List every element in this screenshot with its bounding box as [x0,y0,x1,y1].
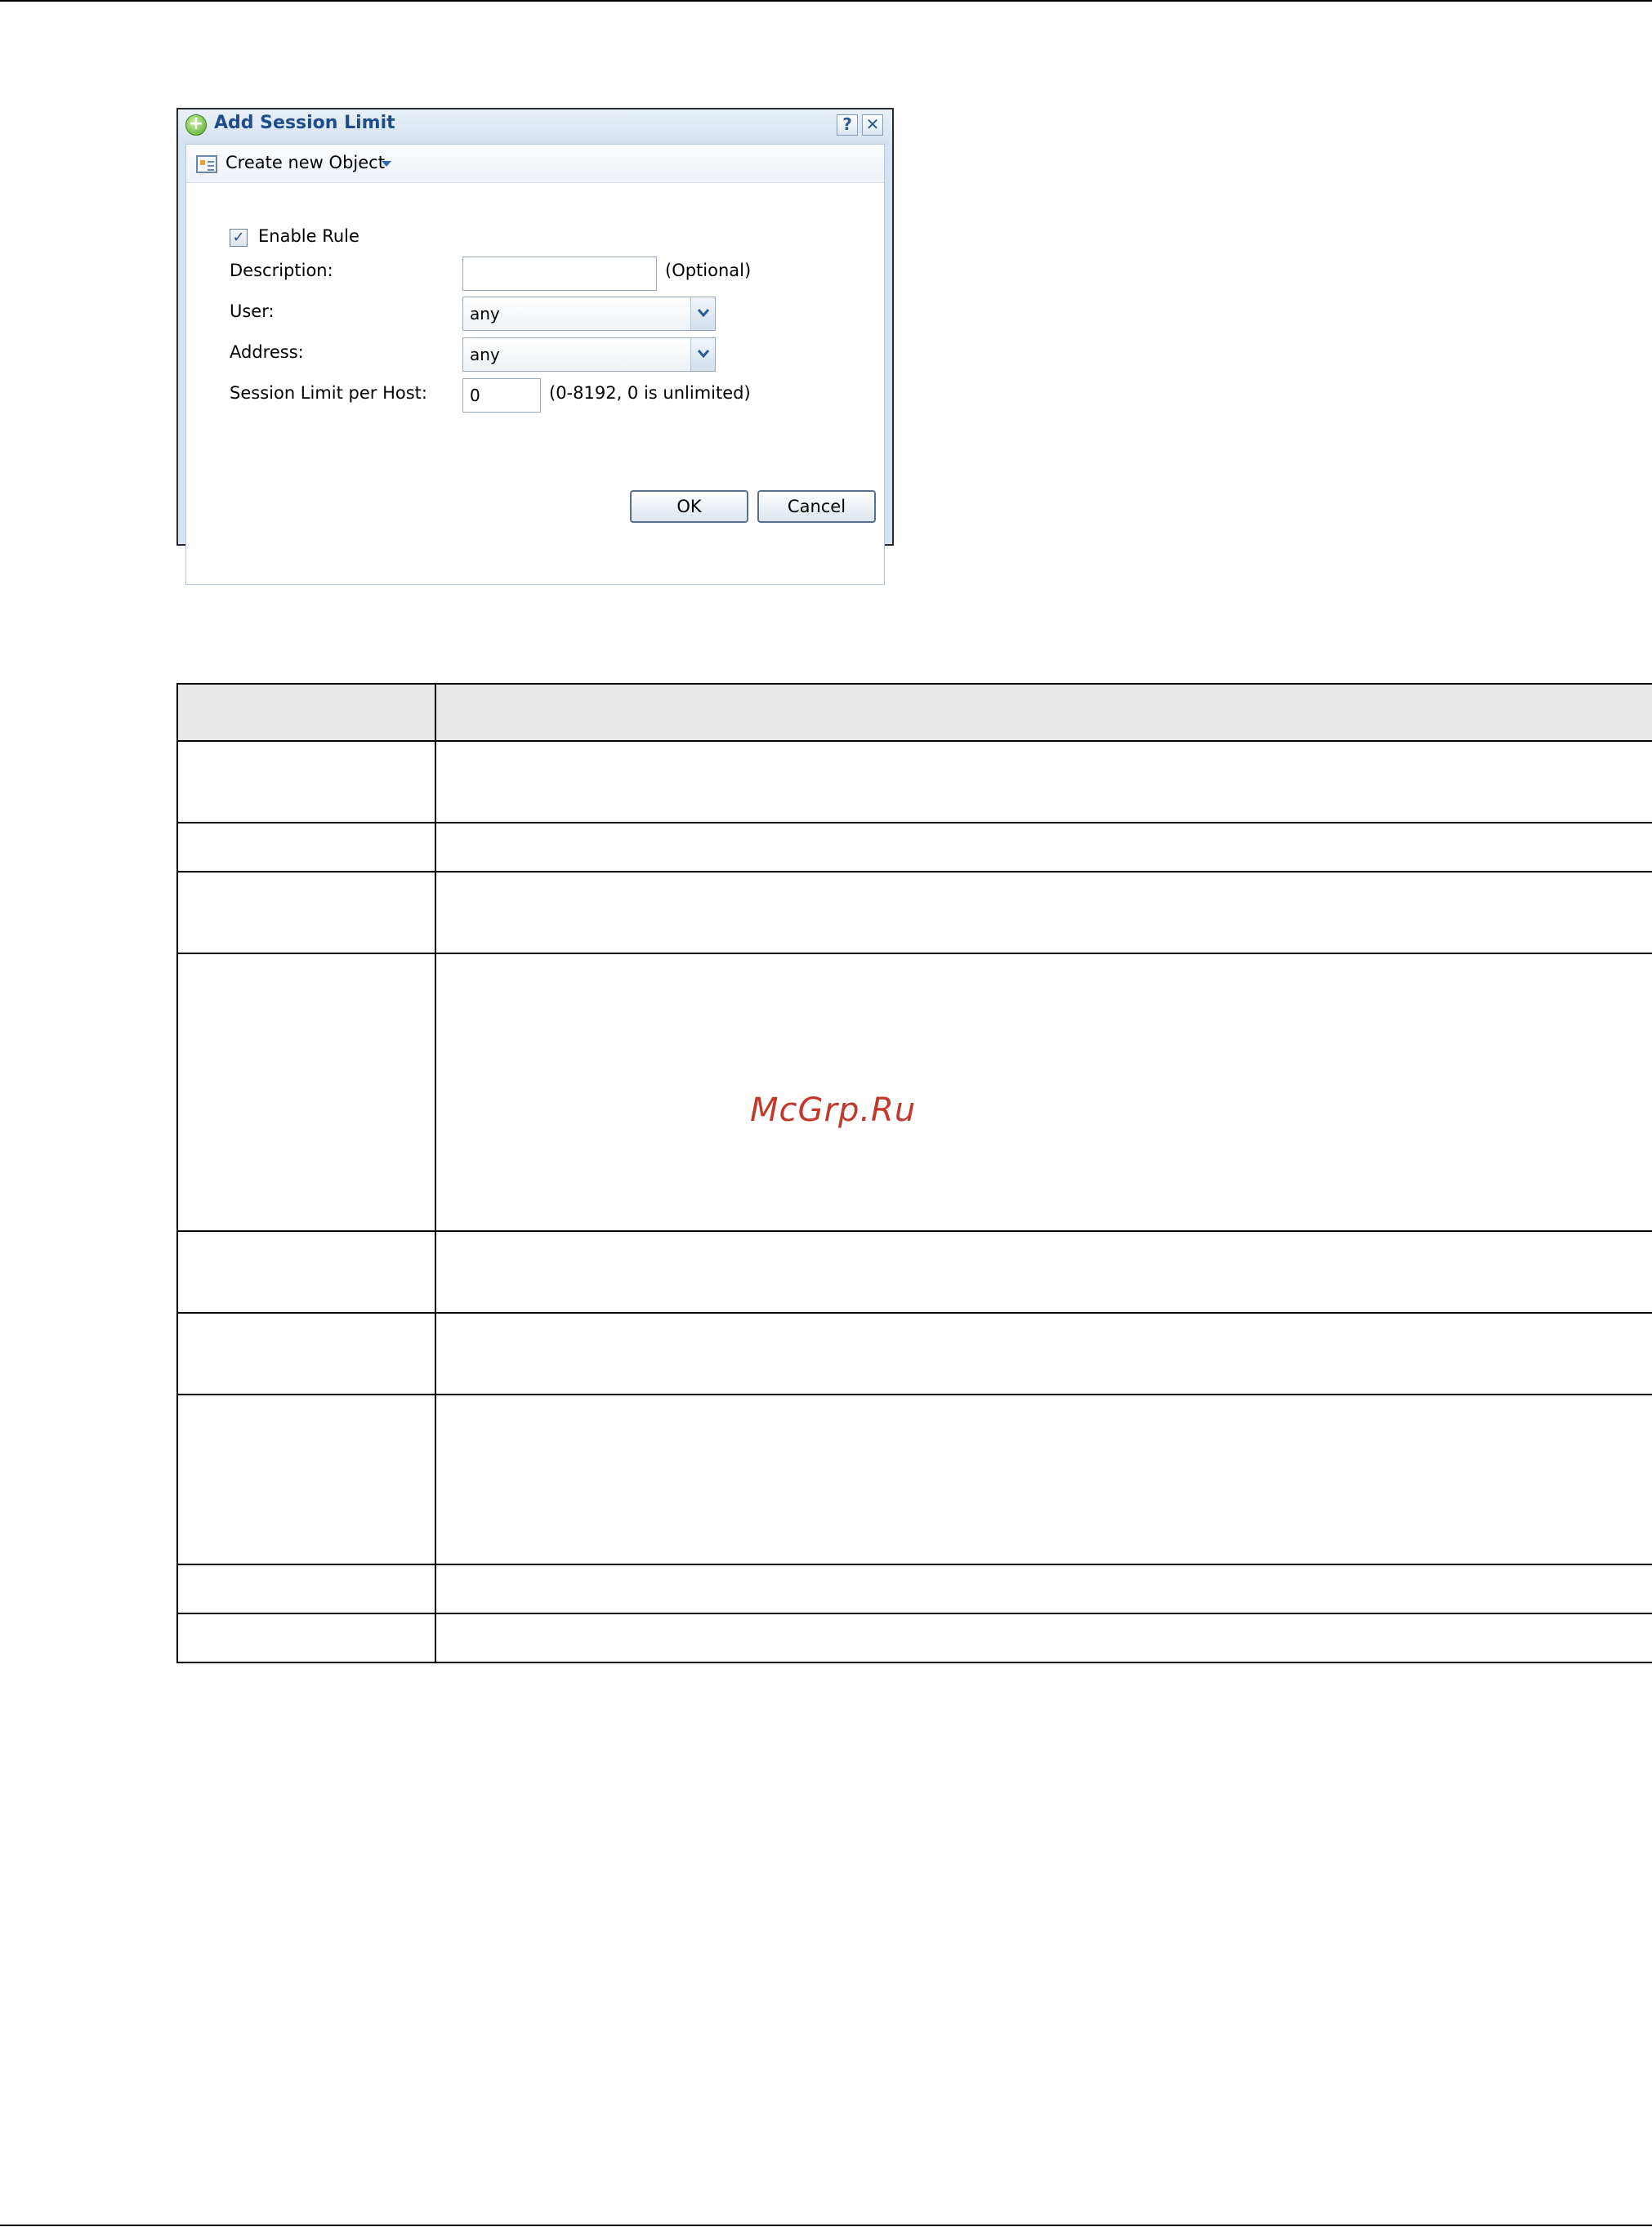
caret-down-icon[interactable] [382,161,391,167]
table-row [176,1394,1652,1565]
address-select[interactable]: any [462,337,716,372]
address-label: Address: [230,342,304,362]
session-limit-input[interactable] [462,378,541,413]
user-select[interactable]: any [462,297,716,331]
page-bottom-rule [0,2225,1652,2226]
description-label: Description: [230,261,333,280]
table-header-description [435,683,1652,742]
field-description-table [176,683,1652,1663]
page-top-rule [0,0,1652,2]
table-header-row [176,683,1652,742]
cancel-button[interactable]: Cancel [757,490,876,523]
enable-rule-label: Enable Rule [258,226,359,246]
table-row [176,871,1652,954]
session-limit-hint: (0-8192, 0 is unlimited) [549,383,751,403]
table-row [176,822,1652,873]
table-row [176,1564,1652,1614]
session-limit-label: Session Limit per Host: [230,383,427,403]
table-row [176,1230,1652,1314]
dialog-toolbar: Create new Object [186,145,884,183]
user-select-value: any [470,304,500,324]
watermark: McGrp.Ru [750,1091,917,1129]
object-icon [196,155,217,173]
add-icon: + [185,114,207,136]
address-dropdown-button[interactable] [690,338,715,371]
enable-rule-checkbox[interactable]: ✓ [230,229,248,247]
help-button[interactable]: ? [837,114,858,136]
dialog-title: Add Session Limit [214,113,395,133]
chevron-down-icon [697,309,710,318]
table-header-label [176,683,436,742]
user-dropdown-button[interactable] [690,297,715,330]
address-select-value: any [470,345,500,364]
description-input[interactable] [462,257,657,291]
add-session-limit-dialog: + Add Session Limit ? ✕ Create new Objec… [176,108,894,585]
dialog-titlebar: + Add Session Limit ? ✕ [178,109,892,142]
table-row [176,1312,1652,1395]
ok-button[interactable]: OK [630,490,748,523]
table-row [176,740,1652,823]
close-button[interactable]: ✕ [862,114,883,136]
table-row [176,1613,1652,1663]
user-label: User: [230,301,275,321]
create-new-object-menu[interactable]: Create new Object [225,153,385,172]
description-hint: (Optional) [665,261,752,280]
chevron-down-icon [697,350,710,359]
